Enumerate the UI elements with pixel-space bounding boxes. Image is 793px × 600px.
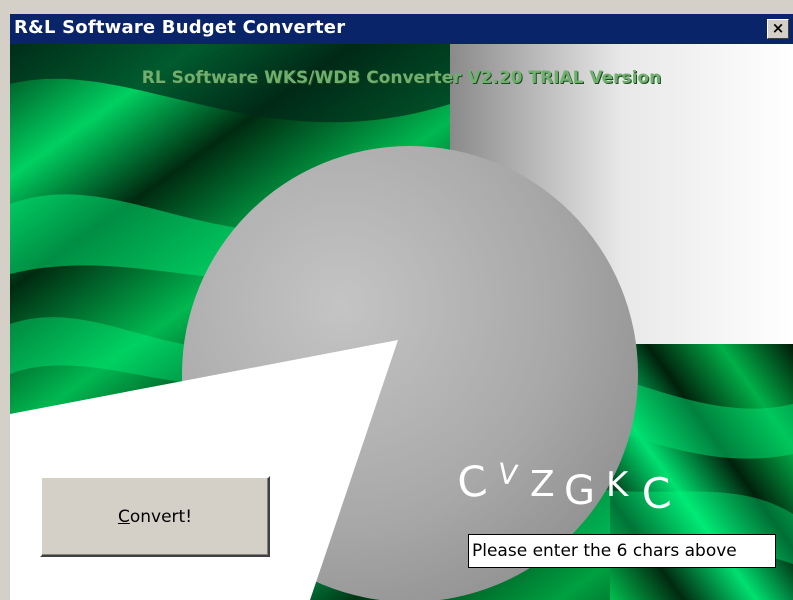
convert-button[interactable]: Convert!	[40, 476, 270, 557]
captcha-char-5: K	[606, 465, 630, 505]
title-bar[interactable]: R&L Software Budget Converter ×	[10, 14, 793, 44]
close-icon: ×	[771, 19, 785, 37]
app-window: R&L Software Budget Converter × RL Softw…	[0, 0, 793, 600]
captcha-char-6: C	[640, 468, 673, 516]
captcha-char-1: C	[456, 456, 489, 508]
convert-label: onvert!	[129, 506, 193, 527]
captcha-input[interactable]: Please enter the 6 chars above	[468, 534, 776, 568]
convert-accesskey: C	[117, 506, 130, 527]
captcha-image: C V Z G K C	[456, 456, 673, 516]
window-title: R&L Software Budget Converter	[14, 17, 346, 38]
close-button[interactable]: ×	[767, 19, 789, 39]
captcha-char-2: V	[496, 457, 520, 492]
splash-canvas: RL Software WKS/WDB Converter V2.20 TRIA…	[10, 44, 793, 600]
captcha-char-3: Z	[530, 464, 555, 505]
product-header: RL Software WKS/WDB Converter V2.20 TRIA…	[141, 68, 662, 88]
captcha-char-4: G	[564, 468, 595, 514]
